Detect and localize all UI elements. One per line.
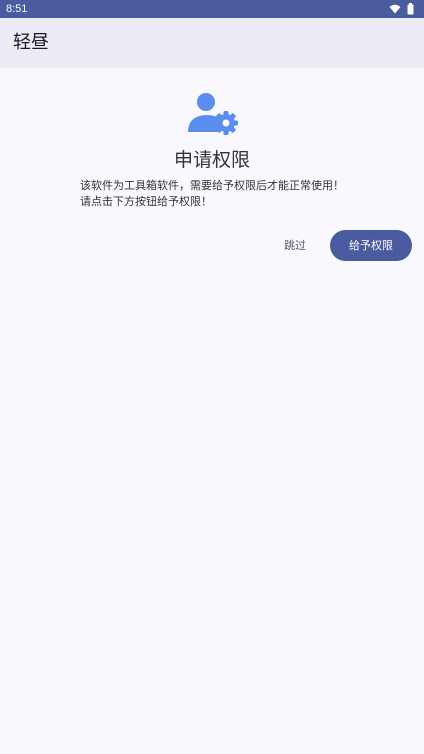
- status-time: 8:51: [6, 3, 28, 15]
- user-settings-icon: [188, 93, 238, 135]
- wifi-icon: [389, 4, 401, 14]
- permission-description-line-1: 该软件为工具箱软件，需要给予权限后才能正常使用！: [80, 179, 344, 192]
- app-bar: 轻昼: [0, 18, 424, 68]
- battery-icon: [407, 3, 414, 15]
- app-title: 轻昼: [13, 32, 49, 53]
- grant-permission-button[interactable]: 给予权限: [330, 230, 412, 261]
- status-bar: 8:51: [0, 0, 424, 18]
- permission-description-line-2: 请点击下方按钮给予权限！: [80, 195, 212, 208]
- status-icons: [389, 3, 414, 15]
- skip-button[interactable]: 跳过: [274, 232, 316, 260]
- permission-description: 该软件为工具箱软件，需要给予权限后才能正常使用！ 请点击下方按钮给予权限！: [80, 178, 400, 210]
- permission-request-panel: 申请权限 该软件为工具箱软件，需要给予权限后才能正常使用！ 请点击下方按钮给予权…: [0, 68, 424, 754]
- permission-title: 申请权限: [173, 149, 250, 171]
